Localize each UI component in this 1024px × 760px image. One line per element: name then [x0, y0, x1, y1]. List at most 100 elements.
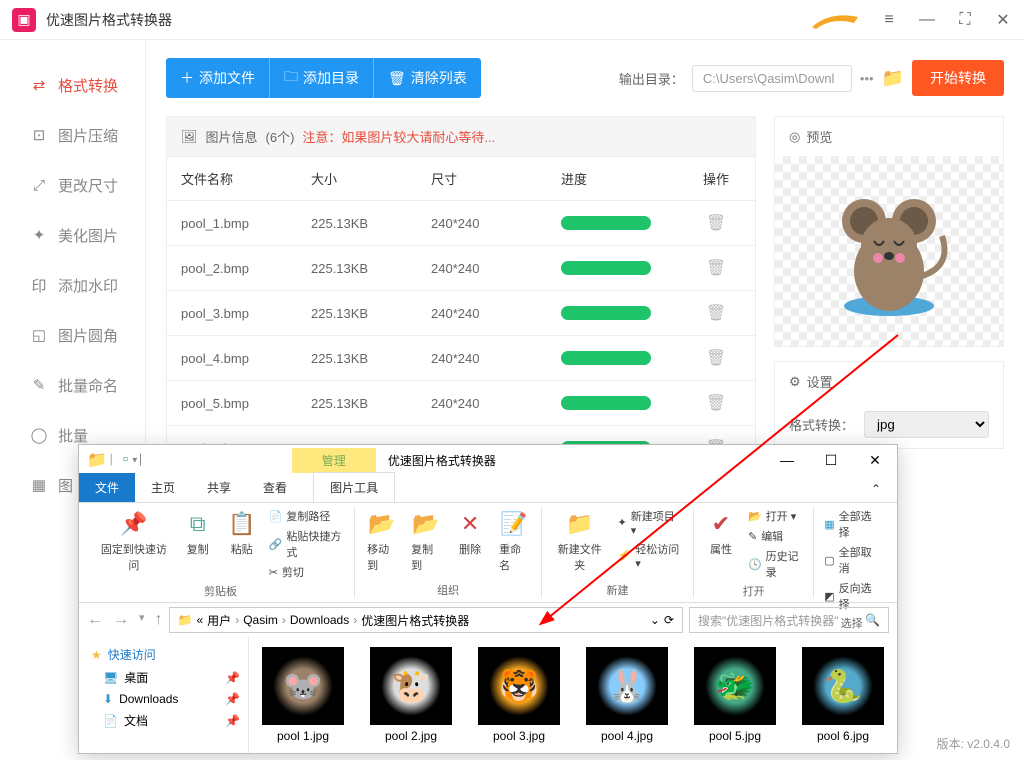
tab-pictools[interactable]: 图片工具 [313, 472, 395, 502]
doc-icon: 📄 [103, 714, 118, 728]
output-label: 输出目录： [619, 69, 684, 88]
copyto-button[interactable]: 📂复制到 [407, 507, 445, 575]
refresh-icon[interactable]: ⟳ [664, 613, 674, 627]
add-dir-button[interactable]: 🗀添加目录 [269, 58, 373, 98]
delete-row-icon[interactable]: 🗑 [706, 260, 726, 277]
qat-dropdown-icon[interactable]: ▾ ▏ [132, 455, 148, 466]
selectall-button[interactable]: ▦全部选择 [822, 507, 881, 541]
sidebar-item-watermark[interactable]: 印添加水印 [0, 260, 145, 310]
start-button[interactable]: 开始转换 [912, 60, 1004, 96]
nav-quick-access[interactable]: ★快速访问 [79, 643, 248, 666]
delete-row-icon[interactable]: 🗑 [706, 350, 726, 367]
table-row[interactable]: pool_1.bmp 225.13KB 240*240 🗑 [167, 201, 755, 246]
delete-button[interactable]: ✕删除 [451, 507, 489, 559]
cell-name: pool_5.bmp [181, 396, 311, 411]
back-icon[interactable]: ← [87, 611, 103, 629]
toolbar: ＋添加文件 🗀添加目录 🗑清除列表 输出目录： C:\Users\Qasim\D… [166, 58, 1004, 98]
ribbon-collapse-icon[interactable]: ⌃ [855, 476, 897, 502]
cell-dim: 240*240 [431, 216, 561, 231]
paste-shortcut-button[interactable]: 🔗粘贴快捷方式 [267, 527, 346, 561]
sidebar-item-beautify[interactable]: ✦美化图片 [0, 210, 145, 260]
sidebar-item-rename[interactable]: ✎批量命名 [0, 360, 145, 410]
tab-file[interactable]: 文件 [79, 473, 135, 502]
newfolder-button[interactable]: 📁新建文件夹 [550, 507, 609, 575]
sidebar-item-label: 图片压缩 [58, 125, 118, 146]
menu-icon[interactable]: ≡ [880, 11, 898, 29]
minimize-icon[interactable]: — [918, 11, 936, 29]
explorer-titlebar[interactable]: 📁 ▏ ▫ ▾ ▏ 管理 优速图片格式转换器 — ☐ ✕ [79, 445, 897, 475]
file-item[interactable]: 🐰 pool 4.jpg [583, 647, 671, 743]
sidebar-item-compress[interactable]: ⊡图片压缩 [0, 110, 145, 160]
addr-dropdown-icon[interactable]: ⌄ [650, 613, 660, 627]
newitem-button[interactable]: ✦新建项目 ▾ [616, 507, 685, 538]
copyto-icon: 📂 [411, 509, 441, 539]
output-path-input[interactable]: C:\Users\Qasim\Downl [692, 65, 852, 92]
tab-share[interactable]: 共享 [191, 473, 247, 502]
cell-name: pool_4.bmp [181, 351, 311, 366]
titlebar: ▣ 优速图片格式转换器 ≡ — ⛶ ✕ [0, 0, 1024, 40]
paste-button[interactable]: 📋粘贴 [223, 507, 261, 559]
copy-button[interactable]: ⧉复制 [179, 507, 217, 559]
folder-icon: 🗀 [284, 66, 298, 90]
sidebar-item-radius[interactable]: ◱图片圆角 [0, 310, 145, 360]
recent-icon[interactable]: ▾ [139, 611, 145, 629]
newfolder-icon: 📁 [565, 509, 595, 539]
cell-name: pool_1.bmp [181, 216, 311, 231]
more-icon[interactable]: ••• [860, 71, 874, 86]
sidebar-item-label: 图 [58, 475, 73, 496]
copy-path-button[interactable]: 📄复制路径 [267, 507, 346, 525]
sidebar-item-resize[interactable]: ⤢更改尺寸 [0, 160, 145, 210]
tab-home[interactable]: 主页 [135, 473, 191, 502]
maximize-icon[interactable]: ⛶ [956, 11, 974, 29]
search-input[interactable]: 搜索"优速图片格式转换器" 🔍 [689, 607, 889, 633]
delete-row-icon[interactable]: 🗑 [706, 305, 726, 322]
edit-button[interactable]: ✎编辑 [746, 527, 805, 545]
easyaccess-button[interactable]: ⚡轻松访问 ▾ [616, 540, 685, 571]
file-item[interactable]: 🐍 pool 6.jpg [799, 647, 887, 743]
sidebar-item-label: 批量 [58, 425, 88, 446]
nav-desktop[interactable]: 🖥桌面📌 [79, 666, 248, 689]
file-item[interactable]: 🐮 pool 2.jpg [367, 647, 455, 743]
add-file-button[interactable]: ＋添加文件 [166, 58, 269, 98]
moveto-button[interactable]: 📂移动到 [363, 507, 401, 575]
table-row[interactable]: pool_5.bmp 225.13KB 240*240 🗑 [167, 381, 755, 426]
file-item[interactable]: 🐭 pool 1.jpg [259, 647, 347, 743]
plus-icon: ＋ [180, 68, 194, 88]
exp-minimize-icon[interactable]: — [765, 445, 809, 475]
format-select[interactable]: jpg [864, 411, 989, 438]
thumbnail: 🐮 [370, 647, 452, 725]
nav-docs[interactable]: 📄文档📌 [79, 709, 248, 732]
delete-row-icon[interactable]: 🗑 [706, 395, 726, 412]
cut-button[interactable]: ✂剪切 [267, 563, 346, 581]
exp-close-icon[interactable]: ✕ [853, 445, 897, 475]
close-icon[interactable]: ✕ [994, 11, 1012, 29]
folder-open-icon[interactable]: 📁 [882, 68, 904, 89]
file-item[interactable]: 🐲 pool 5.jpg [691, 647, 779, 743]
thumbnail: 🐭 [262, 647, 344, 725]
eye-icon: ◎ [789, 129, 800, 145]
exp-maximize-icon[interactable]: ☐ [809, 445, 853, 475]
tab-view[interactable]: 查看 [247, 473, 303, 502]
file-name: pool 1.jpg [277, 729, 329, 743]
delete-row-icon[interactable]: 🗑 [706, 215, 726, 232]
pin-button[interactable]: 📌固定到快速访问 [95, 507, 173, 575]
info-title: 图片信息 [206, 127, 258, 146]
breadcrumb[interactable]: 📁 « 用户› Qasim› Downloads› 优速图片格式转换器 ⌄ ⟳ [169, 607, 683, 633]
file-item[interactable]: 🐯 pool 3.jpg [475, 647, 563, 743]
properties-button[interactable]: ✔属性 [702, 507, 740, 559]
open-button[interactable]: 📂打开 ▾ [746, 507, 805, 525]
delete-icon: ✕ [455, 509, 485, 539]
forward-icon[interactable]: → [113, 611, 129, 629]
table-row[interactable]: pool_2.bmp 225.13KB 240*240 🗑 [167, 246, 755, 291]
up-icon[interactable]: ↑ [155, 611, 163, 629]
file-table: 文件名称 大小 尺寸 进度 操作 pool_1.bmp 225.13KB 240… [166, 157, 756, 472]
sidebar-item-format[interactable]: ⇄格式转换 [0, 60, 145, 110]
clear-list-button[interactable]: 🗑清除列表 [373, 58, 481, 98]
table-row[interactable]: pool_4.bmp 225.13KB 240*240 🗑 [167, 336, 755, 381]
nav-downloads[interactable]: ⬇Downloads📌 [79, 689, 248, 709]
rename-button[interactable]: 📝重命名 [495, 507, 533, 575]
selectnone-button[interactable]: ▢全部取消 [822, 543, 881, 577]
history-button[interactable]: 🕓历史记录 [746, 547, 805, 581]
qat-icon[interactable]: ▫ [123, 451, 129, 469]
table-row[interactable]: pool_3.bmp 225.13KB 240*240 🗑 [167, 291, 755, 336]
